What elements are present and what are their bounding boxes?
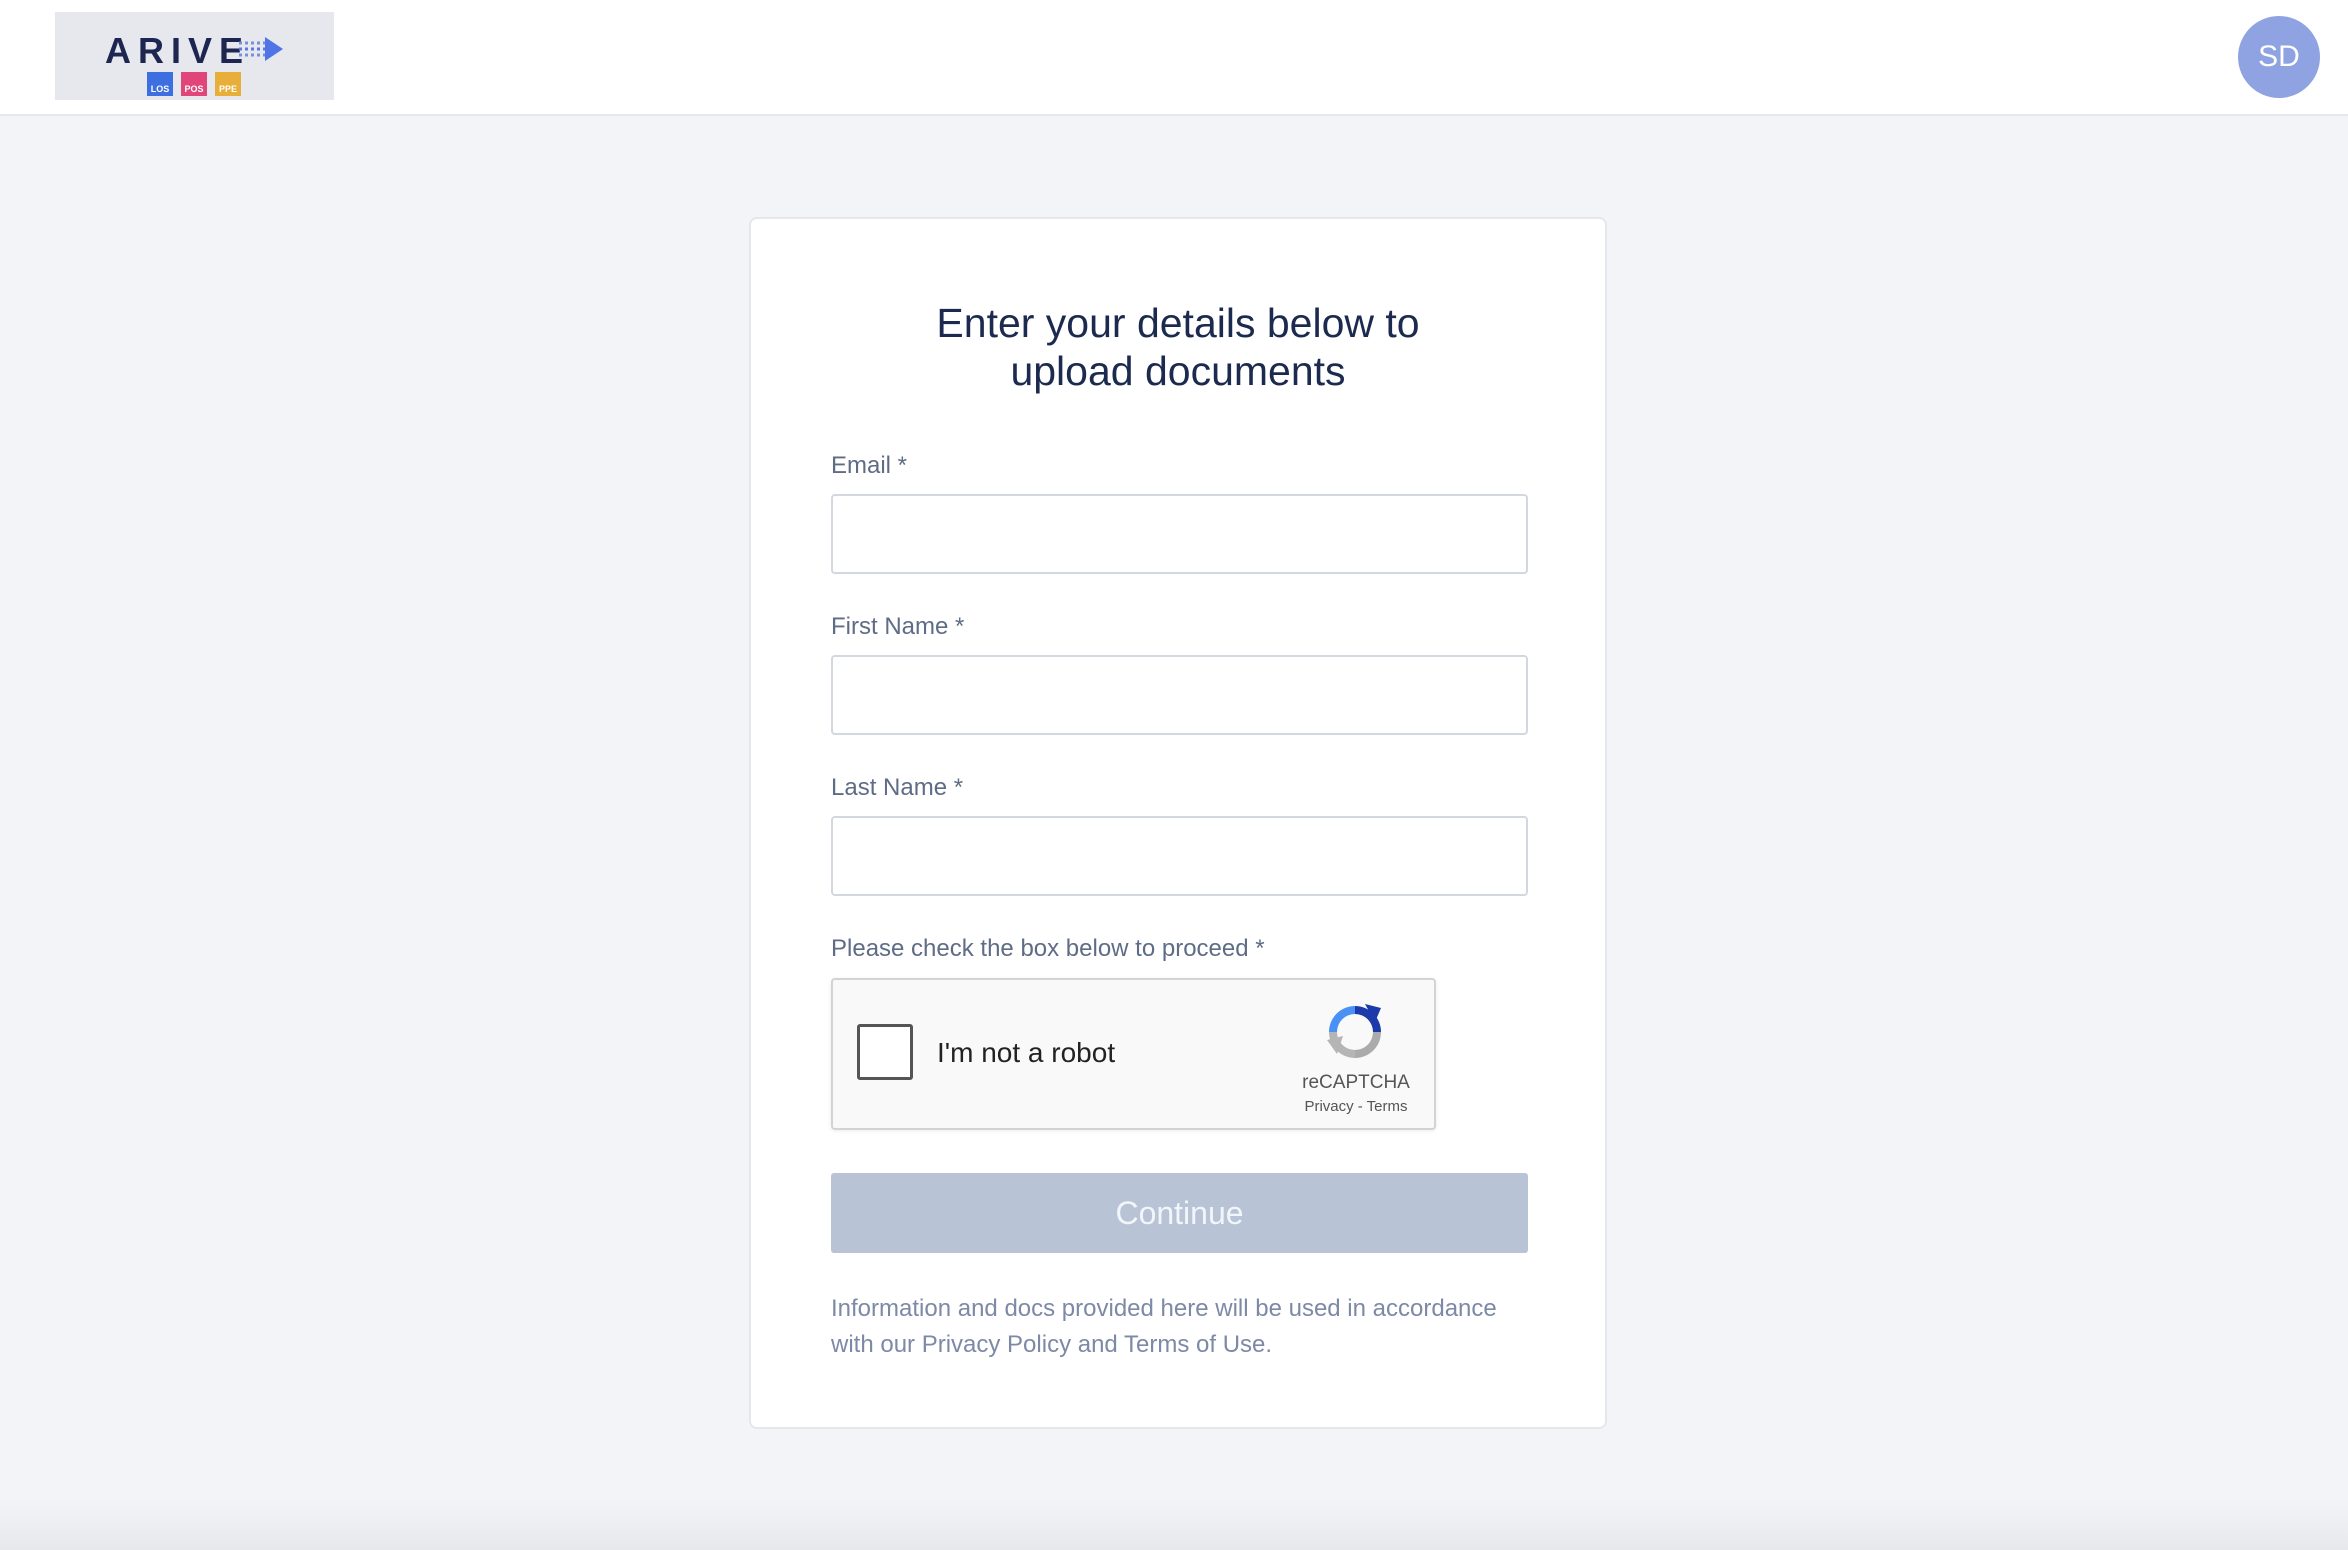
arive-logo[interactable]: ARIVE LOS POS PPE — [55, 12, 334, 100]
upload-details-card: Enter your details below to upload docum… — [749, 217, 1607, 1429]
ppe-badge: PPE — [215, 72, 241, 96]
first-name-label: First Name * — [831, 613, 965, 640]
last-name-label: Last Name * — [831, 774, 964, 801]
bottom-shade — [0, 1500, 2348, 1550]
arrow-right-icon — [239, 37, 283, 61]
email-label: Email * — [831, 452, 908, 479]
pos-badge: POS — [181, 72, 207, 96]
recaptcha-links[interactable]: Privacy - Terms — [1291, 1098, 1421, 1115]
email-field[interactable] — [831, 494, 1528, 574]
los-badge: LOS — [147, 72, 173, 96]
captcha-label: Please check the box below to proceed * — [831, 935, 1265, 962]
recaptcha-widget: I'm not a robot reCAPTCHA Privacy - Term… — [831, 978, 1436, 1130]
page-title-text: Enter your details below to upload docum… — [936, 300, 1420, 394]
recaptcha-icon — [1327, 1004, 1381, 1058]
top-bar: ARIVE LOS POS PPE SD — [0, 0, 2348, 116]
recaptcha-text: I'm not a robot — [937, 1037, 1116, 1068]
first-name-field[interactable] — [831, 655, 1528, 735]
recaptcha-brand: reCAPTCHA — [1302, 1072, 1410, 1093]
continue-button[interactable]: Continue — [831, 1173, 1528, 1253]
user-avatar[interactable]: SD — [2238, 16, 2320, 98]
last-name-field[interactable] — [831, 816, 1528, 896]
recaptcha-checkbox[interactable] — [857, 1024, 913, 1080]
page-title: Enter your details below to upload docum… — [751, 299, 1605, 395]
logo-wordmark: ARIVE — [105, 30, 251, 71]
privacy-note: Information and docs provided here will … — [831, 1295, 1497, 1358]
logo-badges: LOS POS PPE — [147, 72, 241, 96]
